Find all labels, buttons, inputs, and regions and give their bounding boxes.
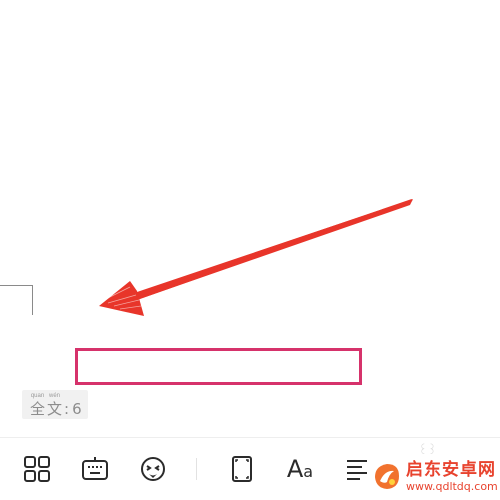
arrow-shaft-scribble (127, 199, 413, 301)
arrow-shaft (125, 199, 413, 302)
align-left-icon (347, 460, 367, 480)
word-count-value: 6 (72, 400, 82, 418)
word-count-badge[interactable]: quan 全 wén 文 : 6 (22, 390, 88, 419)
watermark-url: www.qdltdq.com (406, 480, 498, 493)
hanzi-text: 文 (47, 400, 63, 418)
page-margin-corner (0, 285, 33, 315)
arrow-head (99, 281, 144, 316)
hanzi-text: 全 (30, 400, 46, 418)
word-count-separator: : (64, 400, 70, 418)
grid-icon (24, 456, 50, 482)
pinyin-text: quan (30, 393, 45, 399)
emoji-icon (141, 457, 165, 481)
watermark-logo-icon (375, 464, 399, 489)
font-style-button[interactable]: A a (283, 452, 317, 486)
keyboard-button[interactable] (78, 452, 112, 486)
page-frame-icon (232, 456, 252, 482)
arrow-head-hatch (105, 286, 142, 310)
word-count-label-char: quan 全 (30, 393, 45, 419)
word-count-label-char: wén 文 (47, 393, 62, 419)
emoji-button[interactable] (136, 452, 170, 486)
toolbar-divider (196, 458, 197, 480)
grid-button[interactable] (20, 452, 54, 486)
font-style-label-small: a (303, 462, 314, 481)
page-frame-button[interactable] (225, 452, 259, 486)
font-style-icon: A a (287, 456, 313, 482)
watermark-title: 启东安卓网 (406, 460, 496, 480)
watermark: 启东安卓网 www.qdltdq.com (372, 456, 498, 498)
watermark-text: 启东安卓网 www.qdltdq.com (406, 460, 498, 493)
font-style-label-big: A (286, 455, 304, 483)
align-button[interactable] (340, 452, 374, 486)
annotation-arrow (99, 199, 413, 316)
pinyin-text: wén (49, 393, 61, 399)
faint-mark: ꒰꒱ (418, 443, 437, 457)
keyboard-icon (82, 457, 108, 480)
editor-page: quan 全 wén 文 : 6 A a ꒰꒱ 启东安卓网 www.qdltdq… (0, 0, 500, 500)
highlight-box (75, 348, 362, 385)
